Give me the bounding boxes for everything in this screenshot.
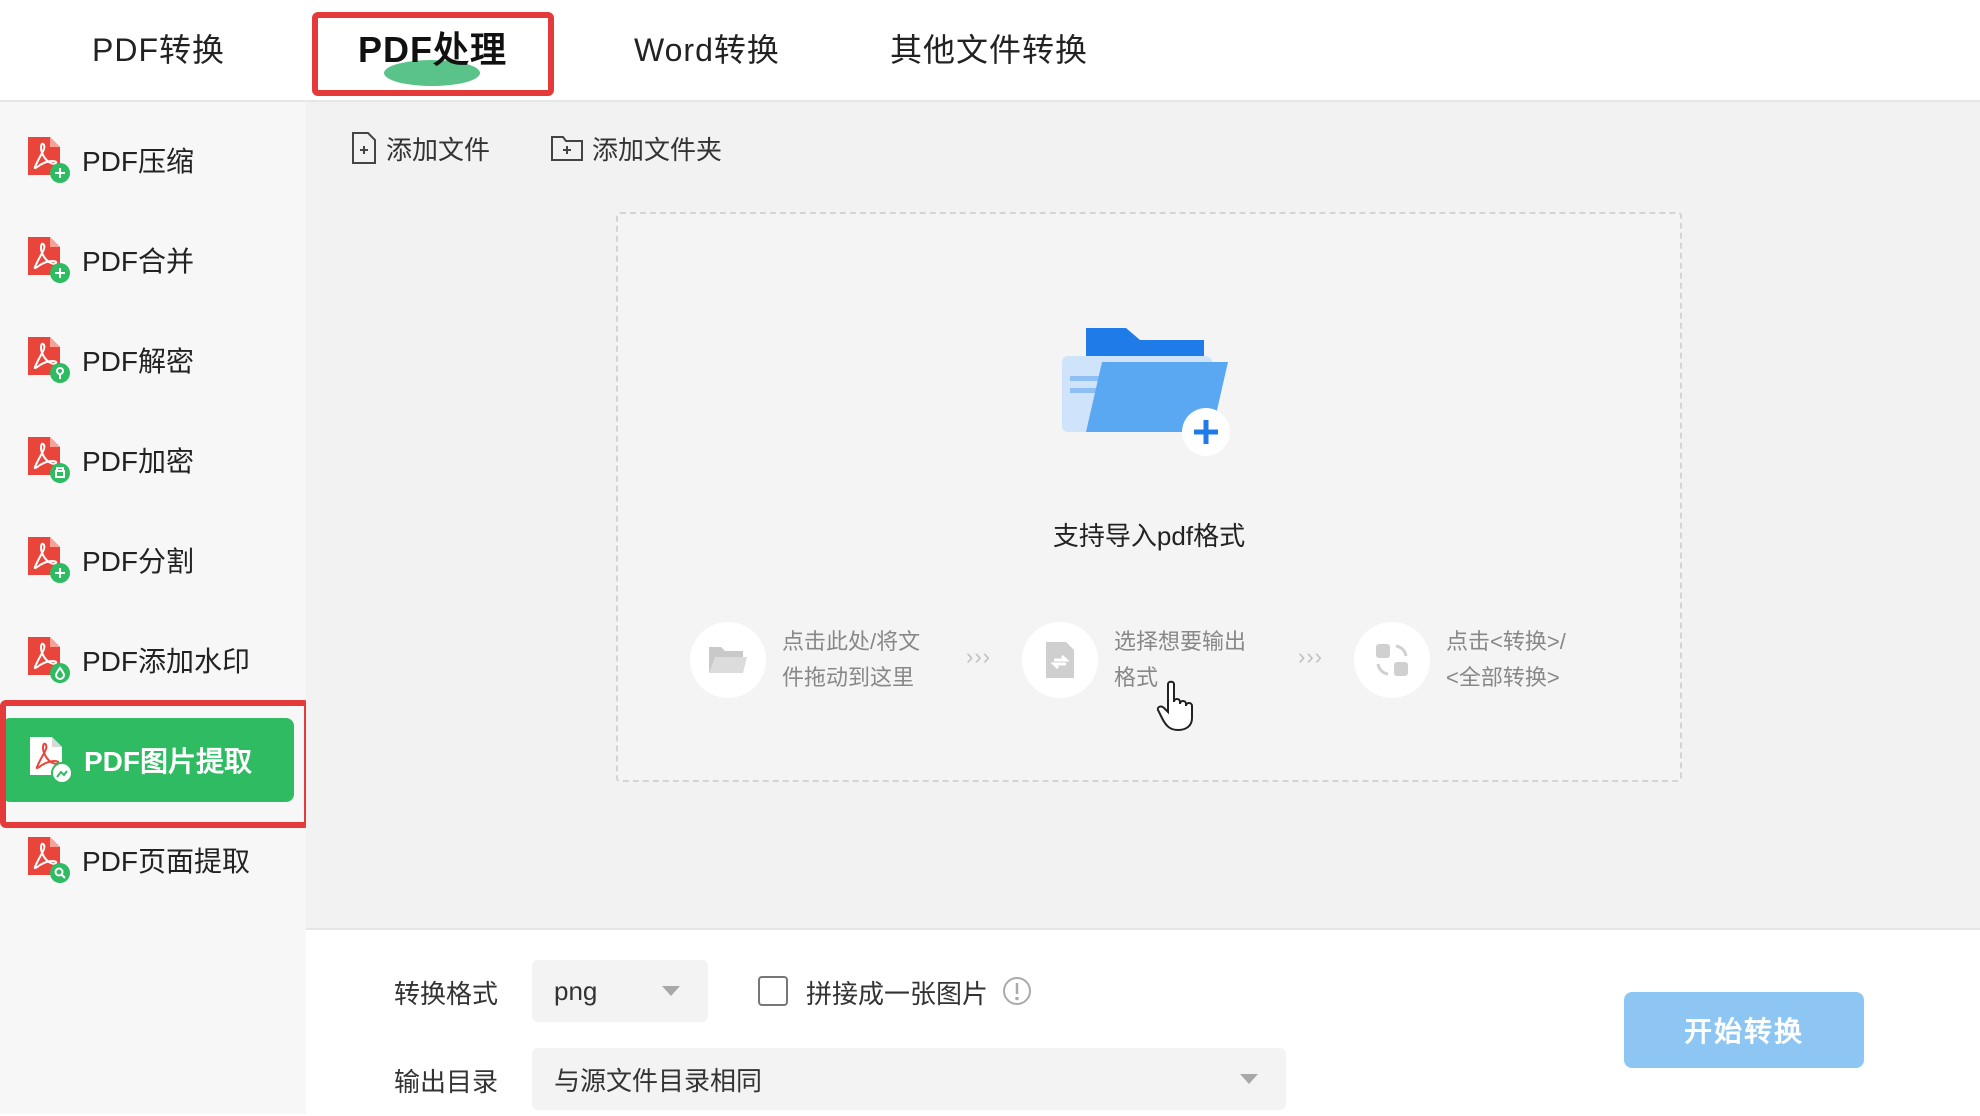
tab-pdf-process[interactable]: PDF处理 — [358, 0, 507, 100]
format-select[interactable]: png — [532, 960, 708, 1022]
add-folder-button[interactable]: 添加文件夹 — [550, 128, 722, 168]
step-line: 件拖动到这里 — [782, 665, 915, 690]
sidebar-item-pdf-merge[interactable]: PDF合并 — [0, 218, 294, 302]
tab-pdf-convert[interactable]: PDF转换 — [92, 0, 225, 100]
hand-pointer-icon — [1156, 680, 1193, 732]
sidebar-item-pdf-split[interactable]: PDF分割 — [0, 518, 294, 602]
tab-other-convert[interactable]: 其他文件转换 — [890, 0, 1088, 100]
add-folder-label: 添加文件夹 — [592, 134, 723, 165]
add-folder-icon — [551, 136, 583, 161]
file-drop-zone[interactable]: 支持导入pdf格式 点击此处/将文 件拖动到这里 ››› 选择想要输出 格式 ›… — [616, 212, 1682, 782]
add-file-button[interactable]: 添加文件 — [350, 128, 490, 168]
pdf-split-icon — [26, 535, 70, 585]
step-text: 选择想要输出 格式 — [1114, 624, 1284, 696]
step-line: 选择想要输出 — [1114, 629, 1247, 654]
pdf-watermark-icon — [26, 635, 70, 685]
sidebar-item-label: PDF压缩 — [82, 146, 195, 177]
step-line: 点击此处/将文 — [782, 629, 921, 654]
output-dir-value: 与源文件目录相同 — [554, 1065, 763, 1096]
folder-add-icon — [1062, 328, 1230, 456]
sidebar-item-label: PDF页面提取 — [82, 846, 251, 877]
output-dir-select[interactable]: 与源文件目录相同 — [532, 1048, 1286, 1110]
step-text: 点击此处/将文 件拖动到这里 — [782, 624, 952, 696]
sidebar-item-label: PDF解密 — [82, 346, 195, 377]
pdf-compress-icon — [26, 135, 70, 185]
pdf-decrypt-icon — [26, 335, 70, 385]
step-line: 格式 — [1114, 665, 1159, 690]
top-tab-bar: PDF转换 PDF处理 Word转换 其他文件转换 — [0, 0, 1980, 102]
sidebar-item-pdf-image-extract[interactable]: PDF图片提取 — [2, 718, 294, 802]
tab-label: PDF处理 — [358, 29, 508, 70]
format-label: 转换格式 — [394, 979, 499, 1009]
sidebar-item-label: PDF合并 — [82, 246, 195, 277]
tab-label: PDF转换 — [92, 32, 226, 68]
sidebar-item-label: PDF加密 — [82, 446, 195, 477]
folder-open-icon — [690, 622, 766, 698]
add-file-label: 添加文件 — [386, 134, 491, 165]
merge-images-label: 拼接成一张图片 — [806, 979, 989, 1009]
sidebar-item-label: PDF图片提取 — [84, 746, 253, 777]
format-value: png — [554, 975, 598, 1006]
sidebar-item-label: PDF添加水印 — [82, 646, 251, 677]
start-convert-button[interactable]: 开始转换 — [1624, 992, 1864, 1068]
step-line: <全部转换> — [1446, 665, 1560, 690]
main-panel: 添加文件 添加文件夹 支持导入pdf格式 点击此处/将文 件拖动到这里 ››› … — [306, 102, 1980, 928]
step-separator: ››› — [1298, 644, 1323, 669]
sidebar-item-pdf-encrypt[interactable]: PDF加密 — [0, 418, 294, 502]
pdf-page-extract-icon — [26, 835, 70, 885]
sidebar-item-pdf-page-extract[interactable]: PDF页面提取 — [0, 818, 294, 902]
pdf-image-extract-icon — [28, 735, 73, 785]
step-line: 点击<转换>/ — [1446, 629, 1566, 654]
convert-arrows-icon — [1354, 622, 1430, 698]
step-text: 点击<转换>/ <全部转换> — [1446, 624, 1616, 696]
sidebar: PDF压缩 PDF合并 PDF解密 PDF加密 PDF分割 PDF添加水印 PD… — [0, 102, 306, 1114]
sidebar-item-pdf-decrypt[interactable]: PDF解密 — [0, 318, 294, 402]
pdf-merge-icon — [26, 235, 70, 285]
sidebar-item-pdf-watermark[interactable]: PDF添加水印 — [0, 618, 294, 702]
step-separator: ››› — [966, 644, 991, 669]
sidebar-item-pdf-compress[interactable]: PDF压缩 — [0, 118, 294, 202]
pdf-encrypt-icon — [26, 435, 70, 485]
chevron-down-icon — [1240, 1074, 1258, 1084]
supported-format-text: 支持导入pdf格式 — [1052, 521, 1246, 551]
tab-word-convert[interactable]: Word转换 — [634, 0, 780, 100]
output-dir-label: 输出目录 — [394, 1067, 499, 1097]
settings-panel: 转换格式 png 拼接成一张图片 输出目录 与源文件目录相同 开始转换 — [306, 928, 1980, 1116]
file-convert-icon — [1022, 622, 1098, 698]
add-file-icon — [352, 132, 376, 164]
info-icon[interactable] — [1002, 976, 1032, 1006]
merge-images-checkbox[interactable] — [758, 976, 788, 1006]
tab-label: 其他文件转换 — [890, 32, 1089, 68]
step-choose-format: 选择想要输出 格式 — [1022, 622, 1284, 698]
step-add-file: 点击此处/将文 件拖动到这里 — [690, 622, 952, 698]
tab-label: Word转换 — [634, 32, 780, 68]
step-start-convert: 点击<转换>/ <全部转换> — [1354, 622, 1616, 698]
sidebar-item-label: PDF分割 — [82, 546, 195, 577]
chevron-down-icon — [662, 986, 680, 996]
